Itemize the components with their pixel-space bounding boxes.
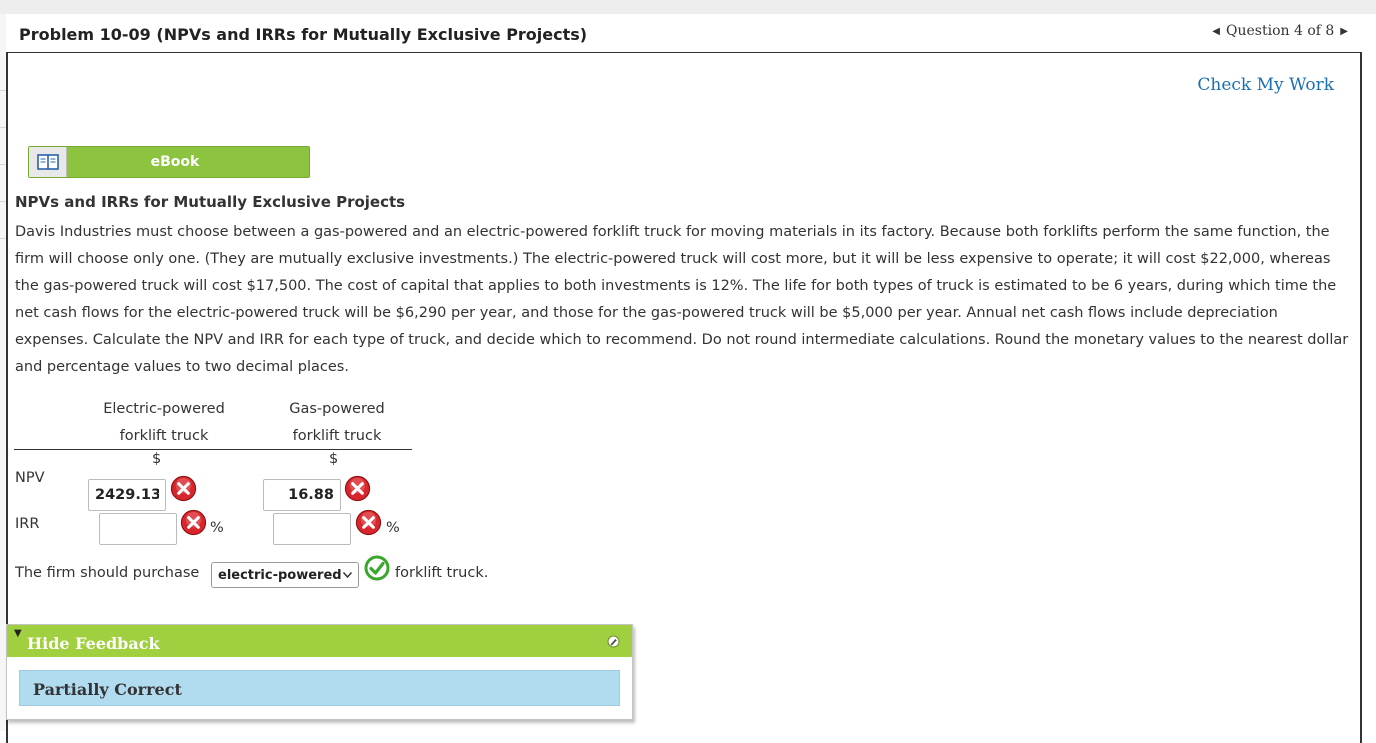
gas-column-header: Gas-powered forklift truck	[262, 396, 412, 450]
section-title: NPVs and IRRs for Mutually Exclusive Pro…	[15, 193, 406, 211]
npv-row-label: NPV	[15, 470, 45, 486]
truck-type-select[interactable]: electric-powered	[211, 562, 359, 588]
incorrect-icon	[180, 509, 207, 536]
gas-currency-label: $	[329, 451, 339, 467]
recommendation-prefix: The firm should purchase	[15, 565, 200, 581]
incorrect-icon	[344, 475, 371, 502]
feedback-toggle-label: Hide Feedback	[27, 634, 160, 653]
electric-currency-label: $	[152, 451, 162, 467]
electric-header-line1: Electric-powered	[103, 401, 225, 417]
correct-check-icon	[364, 555, 390, 581]
electric-irr-input[interactable]	[99, 513, 177, 545]
hide-feedback-toggle[interactable]: ▼ Hide Feedback	[7, 625, 632, 657]
incorrect-icon	[355, 509, 382, 536]
problem-text: Davis Industries must choose between a g…	[15, 224, 1349, 375]
table-header-rule	[14, 449, 412, 450]
incorrect-icon	[170, 475, 197, 502]
electric-irr-percent: %	[210, 520, 224, 536]
next-question-icon[interactable]: ▶	[1340, 26, 1348, 37]
question-position: Question 4 of 8	[1226, 23, 1335, 39]
feedback-panel: ▼ Hide Feedback Partially Correct	[6, 624, 633, 720]
pencil-dot-icon	[607, 635, 620, 648]
electric-header-line2: forklift truck	[119, 428, 209, 444]
problem-header: Problem 10-09 (NPVs and IRRs for Mutuall…	[6, 14, 1362, 54]
ebook-button[interactable]: eBook	[28, 146, 310, 178]
recommendation-suffix: forklift truck.	[395, 565, 489, 581]
irr-row-label: IRR	[15, 516, 40, 532]
electric-npv-input[interactable]	[88, 479, 166, 511]
gas-header-line2: forklift truck	[292, 428, 382, 444]
problem-title: Problem 10-09 (NPVs and IRRs for Mutuall…	[19, 25, 588, 44]
collapse-arrow-icon: ▼	[14, 628, 22, 639]
feedback-status-box: Partially Correct	[19, 670, 620, 706]
electric-column-header: Electric-powered forklift truck	[90, 396, 238, 450]
ebook-label: eBook	[150, 154, 200, 170]
gas-irr-percent: %	[386, 520, 400, 536]
gas-irr-input[interactable]	[273, 513, 351, 545]
previous-question-icon[interactable]: ◀	[1212, 26, 1220, 37]
open-book-icon	[29, 147, 67, 177]
truck-type-selected: electric-powered	[218, 567, 342, 583]
gas-header-line1: Gas-powered	[289, 401, 385, 417]
gas-npv-input[interactable]	[263, 479, 341, 511]
question-navigator: ◀ Question 4 of 8 ▶	[1212, 23, 1348, 39]
check-my-work-link[interactable]: Check My Work	[1197, 75, 1334, 95]
feedback-status: Partially Correct	[33, 680, 182, 699]
top-strip	[0, 0, 1376, 14]
chevron-down-icon	[342, 572, 353, 579]
